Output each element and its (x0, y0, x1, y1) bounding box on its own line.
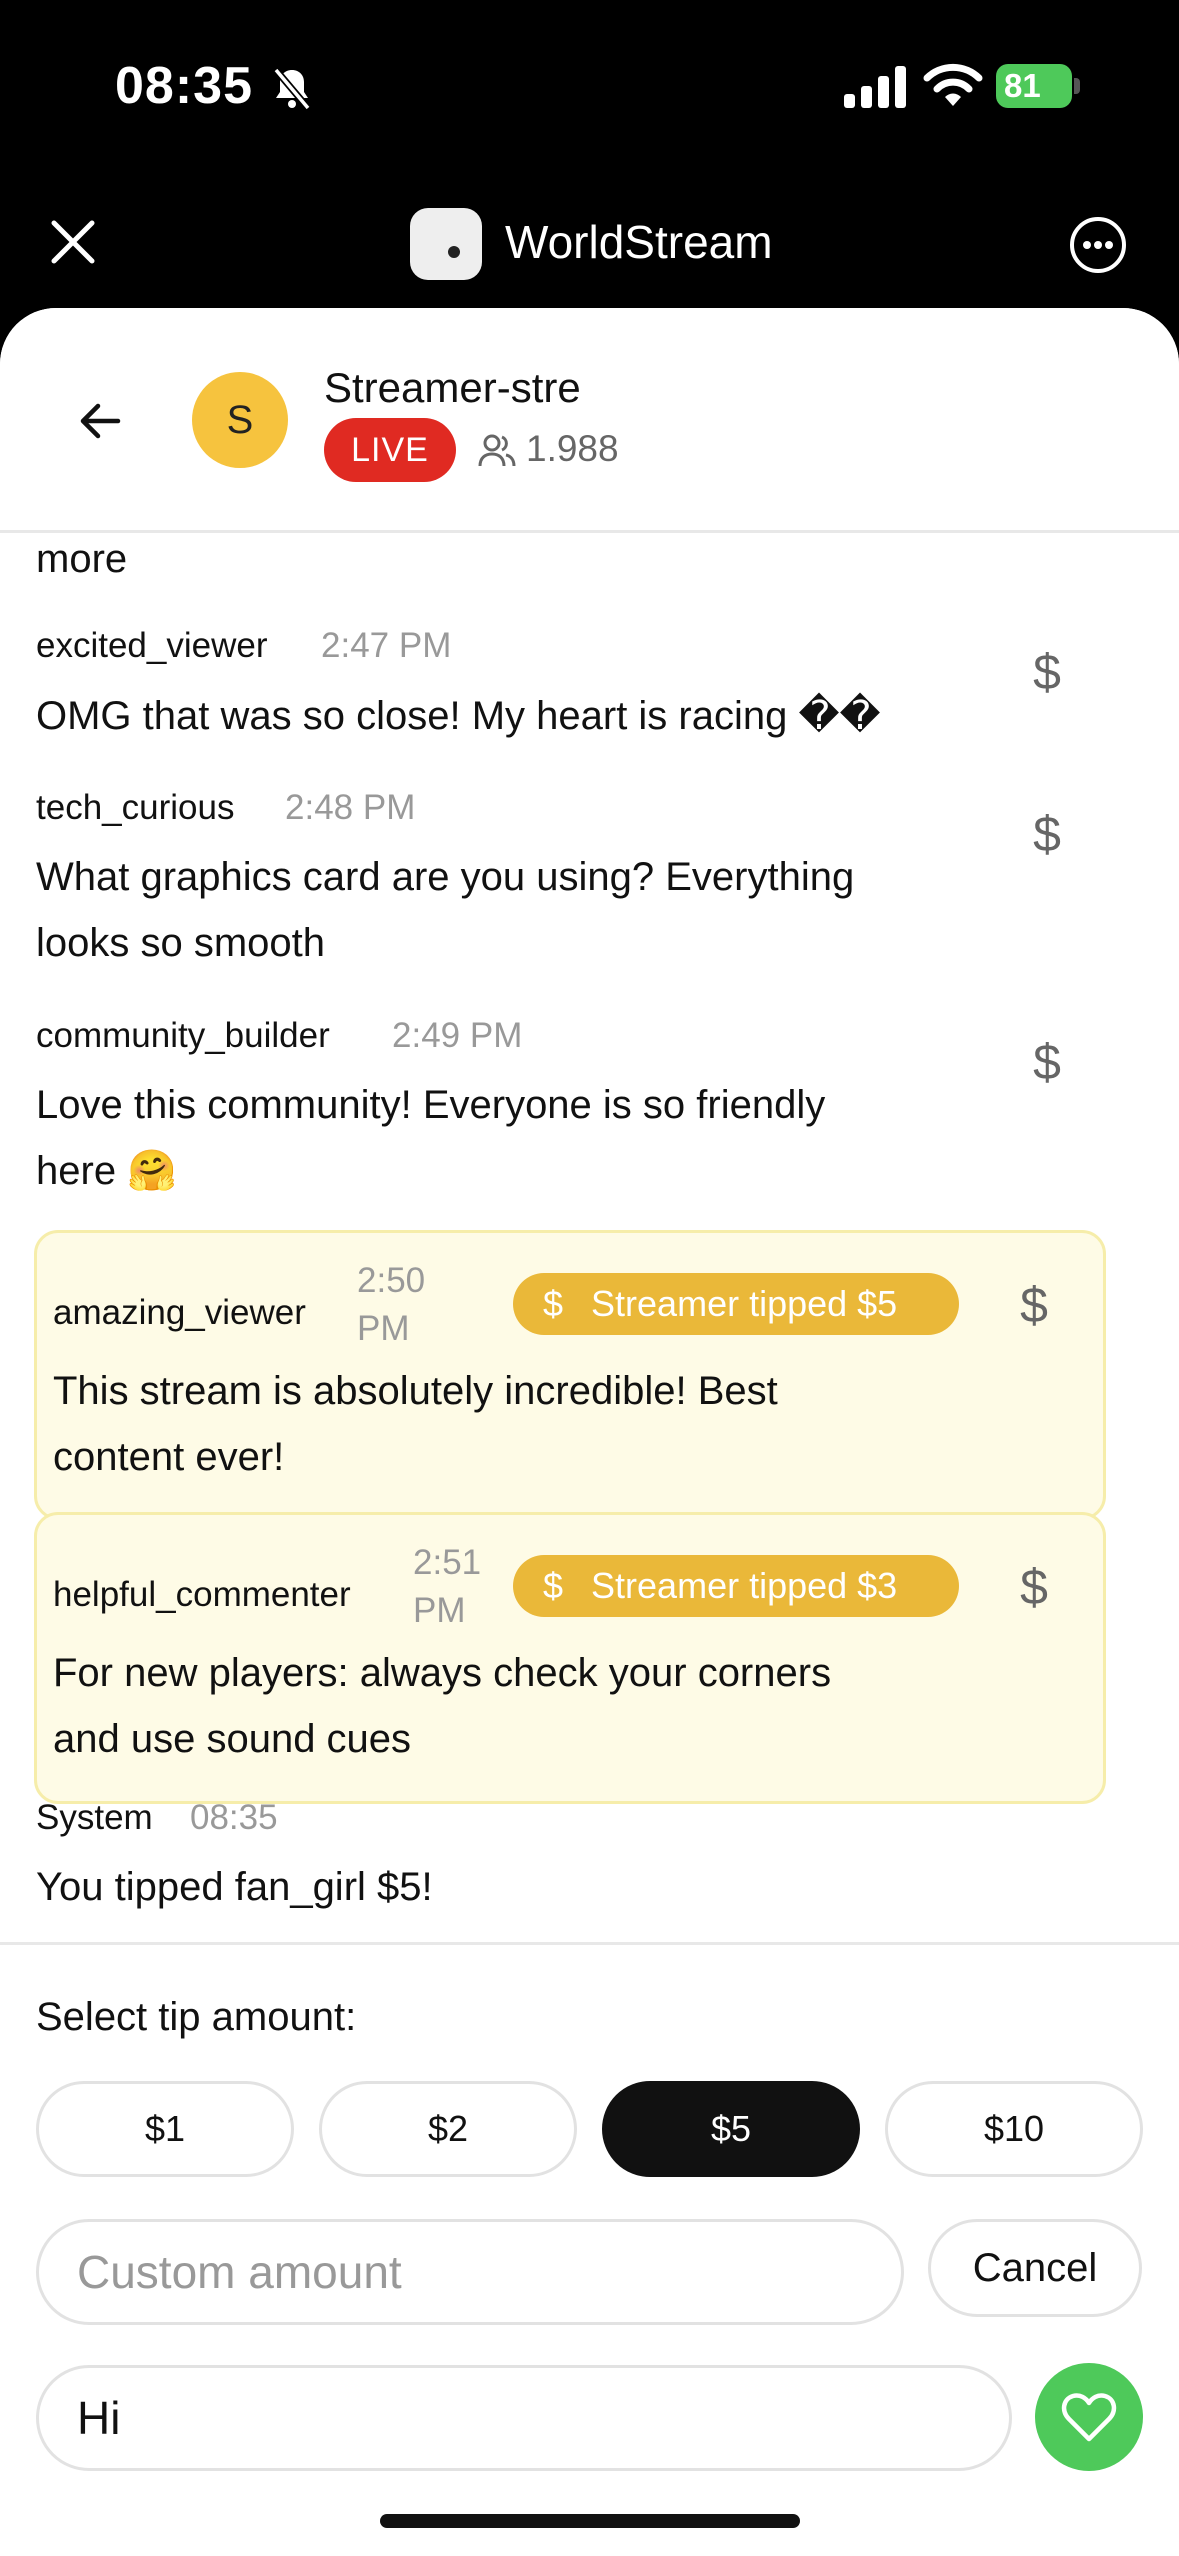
tip-heading: Select tip amount: (36, 1995, 357, 2039)
home-indicator (380, 2514, 800, 2528)
tipped-message: amazing_viewer 2:50 PM $ Streamer tipped … (34, 1230, 1106, 1520)
tip-dollar-icon[interactable]: $ (1022, 1032, 1072, 1092)
chat-timestamp: 2:48 PM (285, 788, 416, 827)
viewer-count: 1.988 (526, 428, 619, 469)
battery-level: 81 (996, 64, 1072, 108)
tip-dollar-icon[interactable]: $ (1009, 1275, 1059, 1335)
tip-amount-5-button[interactable]: $5 (602, 2081, 860, 2177)
tip-amount-2-button[interactable]: $2 (319, 2081, 577, 2177)
tip-dollar-icon[interactable]: $ (1022, 804, 1072, 864)
chat-truncated-text: more (36, 537, 128, 581)
more-icon[interactable] (1068, 215, 1128, 275)
heart-icon (1061, 2393, 1117, 2442)
dollar-icon: $ (543, 1283, 564, 1324)
chat-username[interactable]: community_builder (36, 1016, 330, 1056)
chat-timestamp: 2:50 (357, 1261, 426, 1300)
chat-text: For new players: always check your corne… (53, 1651, 832, 1695)
chat-timestamp: 2:51 (413, 1543, 482, 1582)
avatar[interactable]: S (192, 372, 288, 468)
chat-text: This stream is absolutely incredible! Be… (53, 1369, 778, 1413)
cancel-button[interactable]: Cancel (928, 2219, 1142, 2317)
tip-amount-1-button[interactable]: $1 (36, 2081, 294, 2177)
stream-header: S Streamer-stre LIVE 1.988 (0, 308, 1179, 533)
chat-username[interactable]: excited_viewer (36, 626, 268, 666)
chat-timestamp: 2:47 PM (321, 626, 452, 665)
bell-off-icon (273, 67, 311, 111)
streamer-name[interactable]: Streamer-stre (324, 364, 581, 412)
app-logo (410, 208, 482, 280)
chat-timestamp: 08:35 (190, 1798, 278, 1837)
chat-username[interactable]: amazing_viewer (53, 1293, 306, 1333)
tipped-message: helpful_commenter 2:51 PM $ Streamer tipp… (34, 1512, 1106, 1804)
dollar-icon: $ (543, 1565, 564, 1606)
cellular-signal-icon (844, 66, 906, 108)
status-time: 08:35 (115, 57, 253, 115)
chat-text: OMG that was so close! My heart is racin… (36, 694, 881, 738)
chat-text: content ever! (53, 1435, 285, 1479)
badge-label: Streamer tipped $3 (591, 1565, 898, 1606)
app-title: WorldStream (505, 216, 773, 268)
chat-text: here 🤗 (36, 1149, 177, 1193)
chat-text: What graphics card are you using? Everyt… (36, 855, 855, 899)
chat-username[interactable]: tech_curious (36, 788, 234, 828)
stream-sheet: more excited_viewer 2:47 PM OMG that was… (0, 308, 1179, 2556)
app-header: WorldStream (0, 175, 1179, 315)
message-input[interactable]: Hi (36, 2365, 1012, 2471)
close-icon[interactable] (46, 215, 100, 269)
tip-panel: Select tip amount: $1 $2 $5 $10 Custom a… (0, 1942, 1179, 2556)
custom-amount-input[interactable]: Custom amount (36, 2219, 904, 2325)
chat-username: System (36, 1798, 153, 1837)
badge-label: Streamer tipped $5 (591, 1283, 898, 1324)
streamer-tipped-badge: $ Streamer tipped $5 (513, 1273, 959, 1335)
streamer-tipped-badge: $ Streamer tipped $3 (513, 1555, 959, 1617)
chat-username[interactable]: helpful_commenter (53, 1575, 351, 1615)
chat-timestamp: PM (357, 1309, 410, 1348)
chat-timestamp: 2:49 PM (392, 1016, 523, 1055)
people-icon (478, 434, 516, 467)
chat-list[interactable]: more excited_viewer 2:47 PM OMG that was… (0, 308, 1179, 1944)
back-arrow-icon[interactable] (78, 398, 124, 444)
status-bar: 08:35 81 (0, 0, 1179, 175)
tip-dollar-icon[interactable]: $ (1009, 1557, 1059, 1617)
tip-dollar-icon[interactable]: $ (1022, 642, 1072, 702)
chat-text: You tipped fan_girl $5! (36, 1865, 433, 1909)
send-tip-button[interactable] (1035, 2363, 1143, 2471)
wifi-icon (923, 63, 983, 106)
chat-text: looks so smooth (36, 921, 326, 965)
battery-indicator: 81 (996, 64, 1080, 108)
chat-text: Love this community! Everyone is so frie… (36, 1083, 826, 1127)
tip-amount-10-button[interactable]: $10 (885, 2081, 1143, 2177)
live-badge: LIVE (324, 418, 456, 482)
chat-text: and use sound cues (53, 1717, 412, 1761)
chat-timestamp: PM (413, 1591, 466, 1630)
